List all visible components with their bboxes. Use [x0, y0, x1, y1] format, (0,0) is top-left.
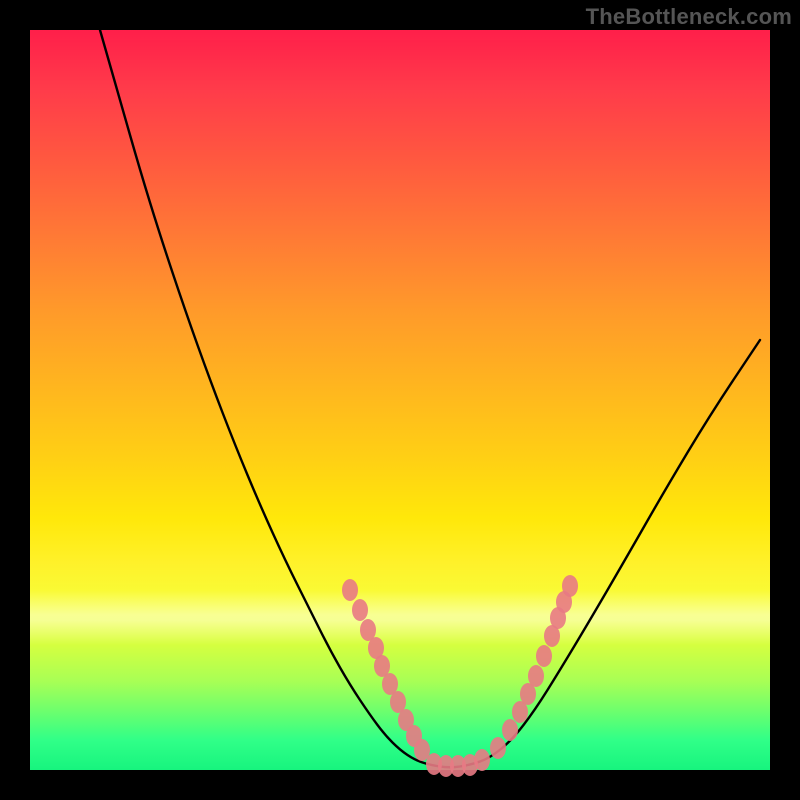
marker-dot: [342, 579, 358, 601]
main-curve-path: [100, 30, 760, 767]
marker-dot: [352, 599, 368, 621]
marker-group: [342, 575, 578, 777]
watermark-text: TheBottleneck.com: [586, 4, 792, 30]
marker-dot: [502, 719, 518, 741]
chart-frame: [30, 30, 770, 770]
chart-svg: [30, 30, 770, 770]
marker-dot: [536, 645, 552, 667]
marker-dot: [474, 749, 490, 771]
marker-dot: [528, 665, 544, 687]
marker-dot: [562, 575, 578, 597]
marker-dot: [490, 737, 506, 759]
